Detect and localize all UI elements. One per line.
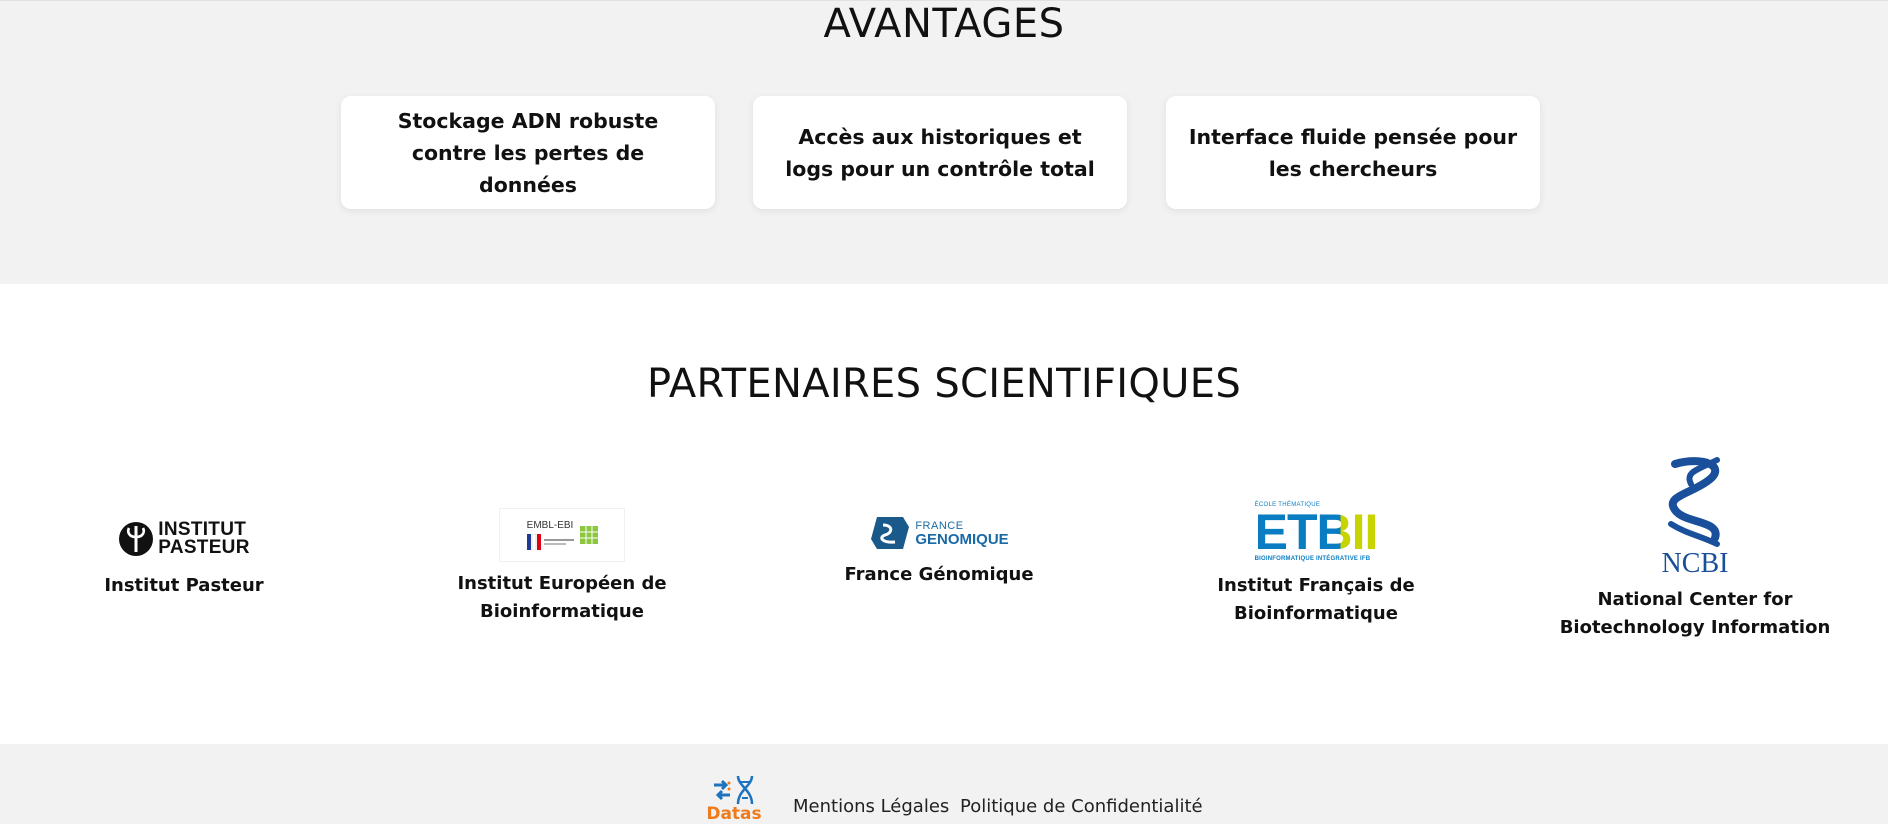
footer-brand-name: Datas bbox=[706, 804, 762, 824]
advantages-section: AVANTAGES Stockage ADN robuste contre le… bbox=[0, 0, 1888, 284]
privacy-policy-link[interactable]: Politique de Confidentialité bbox=[960, 796, 1203, 817]
france-genomique-logo: FRANCE GENOMIQUE bbox=[869, 509, 1009, 557]
transfer-arrows-icon bbox=[714, 779, 731, 801]
footer-brand-logo[interactable]: Datas bbox=[706, 774, 762, 824]
dna-icon bbox=[736, 775, 754, 805]
partner-name: France Génomique bbox=[844, 564, 1034, 585]
partners-section: PARTENAIRES SCIENTIFIQUES INSTITUT PASTE… bbox=[0, 284, 1888, 744]
institut-pasteur-logo: INSTITUT PASTEUR bbox=[118, 512, 249, 566]
advantage-card: Stockage ADN robuste contre les pertes d… bbox=[341, 96, 715, 209]
partner-name: Institut Européen de Bioinformatique bbox=[457, 573, 667, 622]
partner-name: National Center for Biotechnology Inform… bbox=[1559, 589, 1831, 638]
partner-france-genomique[interactable]: FRANCE GENOMIQUE France Génomique bbox=[844, 509, 1034, 589]
advantage-card: Interface fluide pensée pour les cherche… bbox=[1166, 96, 1540, 209]
embl-ebi-logo: EMBL-EBI bbox=[499, 508, 625, 562]
partner-ncbi[interactable]: NCBI National Center for Biotechnology I… bbox=[1540, 454, 1850, 642]
etbii-logo: ÉCOLE THÉMATIQUE ETBII BIOINFORMATIQUE I… bbox=[1254, 502, 1379, 562]
legal-notice-link[interactable]: Mentions Légales bbox=[793, 796, 949, 817]
advantage-card-text: Stockage ADN robuste contre les pertes d… bbox=[397, 108, 659, 197]
partners-title: PARTENAIRES SCIENTIFIQUES bbox=[646, 361, 1242, 407]
advantage-card: Accès aux historiques et logs pour un co… bbox=[753, 96, 1127, 209]
partner-name: Institut Français de Bioinformatique bbox=[1217, 575, 1415, 624]
partner-institut-pasteur[interactable]: INSTITUT PASTEUR Institut Pasteur bbox=[104, 512, 264, 600]
partner-ifb[interactable]: ÉCOLE THÉMATIQUE ETBII BIOINFORMATIQUE I… bbox=[1156, 502, 1476, 628]
ncbi-logo: NCBI bbox=[1657, 454, 1733, 584]
advantages-title: AVANTAGES bbox=[823, 1, 1065, 47]
footer: Datas Mentions Légales Politique de Conf… bbox=[0, 744, 1888, 824]
advantage-card-text: Accès aux historiques et logs pour un co… bbox=[785, 124, 1095, 181]
advantage-card-text: Interface fluide pensée pour les cherche… bbox=[1188, 124, 1518, 181]
partner-name: Institut Pasteur bbox=[104, 575, 264, 596]
partner-embl-ebi[interactable]: EMBL-EBI Institut Européen de Bioinforma… bbox=[400, 508, 724, 626]
